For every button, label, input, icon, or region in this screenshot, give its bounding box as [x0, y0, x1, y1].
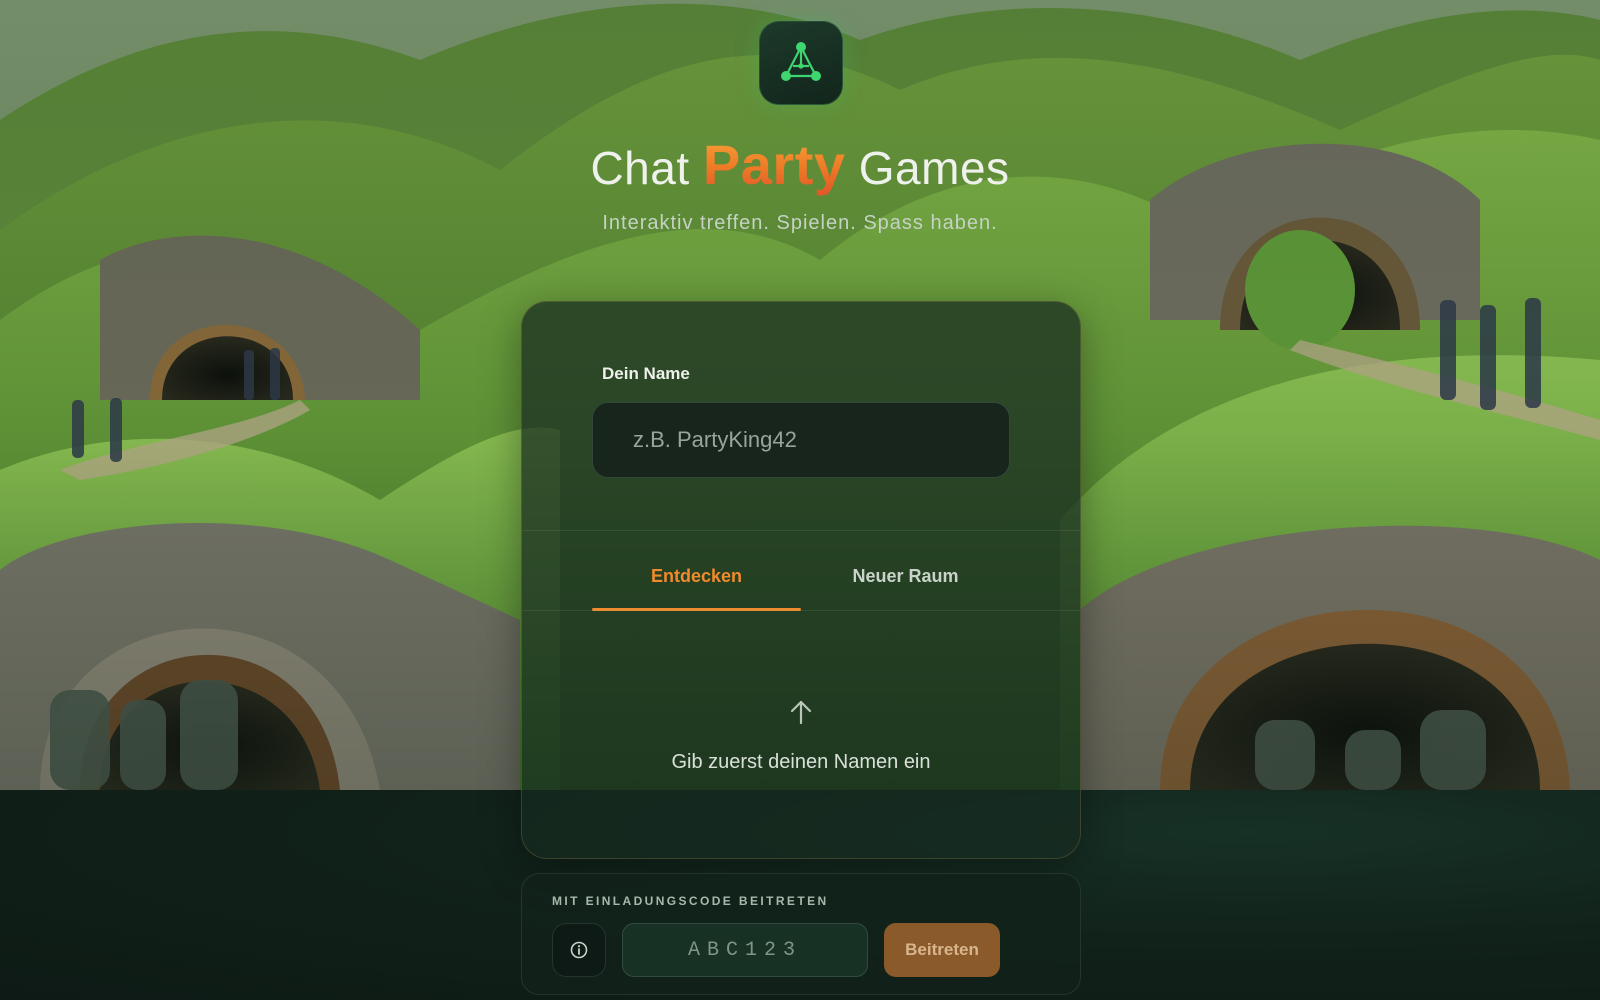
title-suffix: Games [858, 142, 1010, 194]
divider [522, 610, 1080, 611]
divider [522, 530, 1080, 531]
app-title: Chat Party Games [0, 130, 1600, 203]
invite-code-input[interactable] [622, 923, 868, 977]
app-subtitle: Interaktiv treffen. Spielen. Spass haben… [602, 212, 998, 234]
invite-code-panel: MIT EINLADUNGSCODE BEITRETEN Beitreten [521, 873, 1081, 995]
name-input[interactable] [592, 402, 1010, 478]
tab-discover[interactable]: Entdecken [592, 542, 801, 610]
join-button[interactable]: Beitreten [884, 923, 1000, 977]
network-icon [781, 42, 821, 81]
invite-label: MIT EINLADUNGSCODE BEITRETEN [552, 894, 829, 908]
name-label: Dein Name [602, 364, 690, 383]
arrow-up-icon [790, 700, 812, 725]
app-logo [759, 21, 843, 105]
mode-tabs: Entdecken Neuer Raum [592, 542, 1010, 612]
title-prefix: Chat [590, 142, 690, 194]
title-accent: Party [702, 133, 846, 196]
info-icon [570, 941, 588, 959]
tab-new-room[interactable]: Neuer Raum [801, 542, 1010, 610]
hint-text: Gib zuerst deinen Namen ein [671, 751, 931, 773]
lobby-card: Dein Name Entdecken Neuer Raum Gib zuers… [521, 301, 1081, 859]
info-button[interactable] [552, 923, 606, 977]
